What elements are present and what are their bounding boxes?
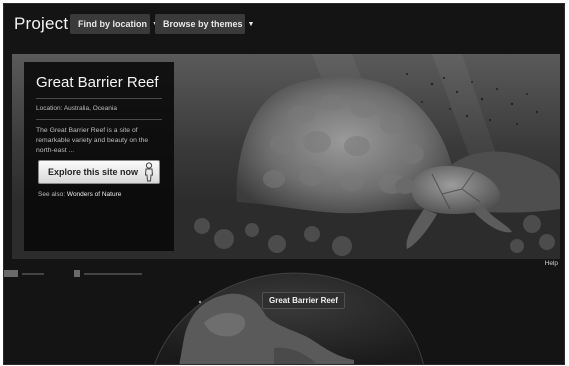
reef-map-marker[interactable]: Great Barrier Reef [262,292,345,309]
browse-by-themes-menu[interactable]: Browse by themes ▼ [155,14,254,34]
wonders-of-nature-link[interactable]: Wonders of Nature [67,191,121,198]
site-description: The Great Barrier Reef is a site of rema… [36,127,149,154]
caret-down-icon: ▼ [247,21,255,28]
help-link[interactable]: Help [545,260,558,267]
site-info-card: Great Barrier Reef Location: Australia, … [24,62,174,251]
explore-button-label: Explore this site now [48,167,139,177]
see-also: See also: Wonders of Nature [38,191,121,198]
globe-view[interactable]: Great Barrier Reef [4,268,564,364]
find-by-location-menu[interactable]: Find by location▼ [70,14,159,34]
site-title: Great Barrier Reef [36,74,159,91]
footer-logos [4,270,142,277]
app-window: Project Find by location▼ Browse by them… [3,3,565,365]
globe-map [154,272,424,364]
see-also-prefix: See also: [38,191,66,198]
divider [36,119,162,120]
divider [36,98,162,99]
pegman-icon [144,162,154,182]
explore-site-button[interactable]: Explore this site now [38,160,160,184]
find-by-location-label: Find by location [78,19,147,29]
browse-by-themes-label: Browse by themes [163,19,243,29]
brand-title: Project [14,14,69,33]
site-location: Location: Australia, Oceania [36,105,117,112]
top-bar: Project Find by location▼ Browse by them… [4,4,564,48]
